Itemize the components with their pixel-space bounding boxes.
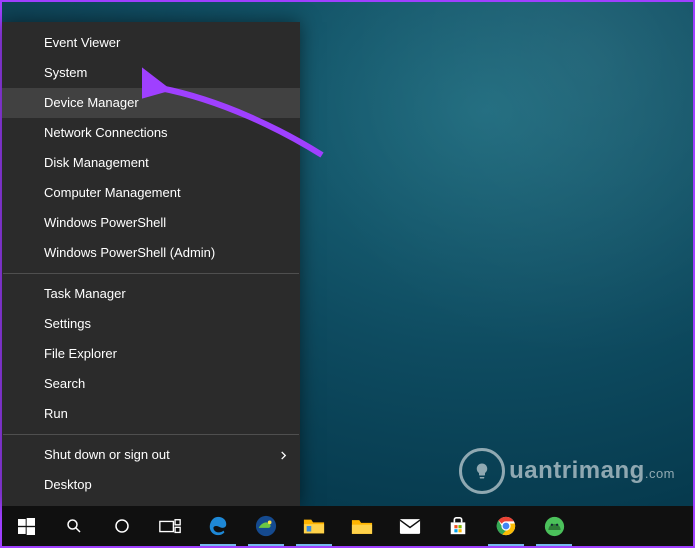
menu-item-file-explorer[interactable]: File Explorer: [2, 339, 300, 369]
menu-item-event-viewer[interactable]: Event Viewer: [2, 28, 300, 58]
menu-label: System: [44, 65, 87, 80]
menu-label: Computer Management: [44, 185, 181, 200]
menu-label: Windows PowerShell (Admin): [44, 245, 215, 260]
mail-icon: [399, 515, 421, 537]
taskbar-cortana[interactable]: [98, 506, 146, 546]
menu-label: Search: [44, 376, 85, 391]
menu-label: Run: [44, 406, 68, 421]
menu-label: Shut down or sign out: [44, 447, 170, 462]
menu-label: File Explorer: [44, 346, 117, 361]
taskbar-chrome[interactable]: [482, 506, 530, 546]
menu-item-disk-management[interactable]: Disk Management: [2, 148, 300, 178]
start-button[interactable]: [2, 506, 50, 546]
menu-item-computer-management[interactable]: Computer Management: [2, 178, 300, 208]
taskbar-edge[interactable]: [194, 506, 242, 546]
menu-separator: [3, 273, 299, 274]
app-icon: [543, 515, 565, 537]
edge-icon: [207, 515, 229, 537]
chevron-right-icon: [279, 440, 288, 470]
watermark-text: uantrimang: [509, 457, 645, 484]
store-icon: [447, 515, 469, 537]
menu-label: Event Viewer: [44, 35, 120, 50]
file-explorer-icon: [351, 515, 373, 537]
dev-icon: [255, 515, 277, 537]
taskbar: [2, 506, 693, 546]
menu-label: Desktop: [44, 477, 92, 492]
menu-label: Settings: [44, 316, 91, 331]
menu-item-run[interactable]: Run: [2, 399, 300, 429]
taskbar-search[interactable]: [50, 506, 98, 546]
taskbar-file-explorer[interactable]: [338, 506, 386, 546]
menu-separator: [3, 434, 299, 435]
watermark-logo-icon: [459, 448, 505, 494]
taskbar-mail[interactable]: [386, 506, 434, 546]
power-user-menu: Event Viewer System Device Manager Netwo…: [2, 22, 300, 506]
taskbar-folder[interactable]: [290, 506, 338, 546]
menu-item-powershell[interactable]: Windows PowerShell: [2, 208, 300, 238]
task-view-icon: [159, 515, 181, 537]
taskbar-app[interactable]: [530, 506, 578, 546]
watermark-suffix: .com: [645, 466, 675, 481]
menu-item-settings[interactable]: Settings: [2, 309, 300, 339]
menu-item-desktop[interactable]: Desktop: [2, 470, 300, 500]
windows-logo-icon: [18, 518, 35, 535]
taskbar-task-view[interactable]: [146, 506, 194, 546]
menu-label: Task Manager: [44, 286, 126, 301]
folder-icon: [303, 515, 325, 537]
taskbar-store[interactable]: [434, 506, 482, 546]
menu-label: Disk Management: [44, 155, 149, 170]
menu-label: Windows PowerShell: [44, 215, 166, 230]
cortana-icon: [111, 515, 133, 537]
menu-item-search[interactable]: Search: [2, 369, 300, 399]
taskbar-app-dev[interactable]: [242, 506, 290, 546]
menu-item-network-connections[interactable]: Network Connections: [2, 118, 300, 148]
menu-label: Network Connections: [44, 125, 168, 140]
menu-item-shutdown[interactable]: Shut down or sign out: [2, 440, 300, 470]
menu-label: Device Manager: [44, 95, 139, 110]
search-icon: [63, 515, 85, 537]
chrome-icon: [495, 515, 517, 537]
menu-item-device-manager[interactable]: Device Manager: [2, 88, 300, 118]
menu-item-task-manager[interactable]: Task Manager: [2, 279, 300, 309]
watermark: uantrimang.com: [459, 448, 675, 494]
menu-item-powershell-admin[interactable]: Windows PowerShell (Admin): [2, 238, 300, 268]
menu-item-system[interactable]: System: [2, 58, 300, 88]
